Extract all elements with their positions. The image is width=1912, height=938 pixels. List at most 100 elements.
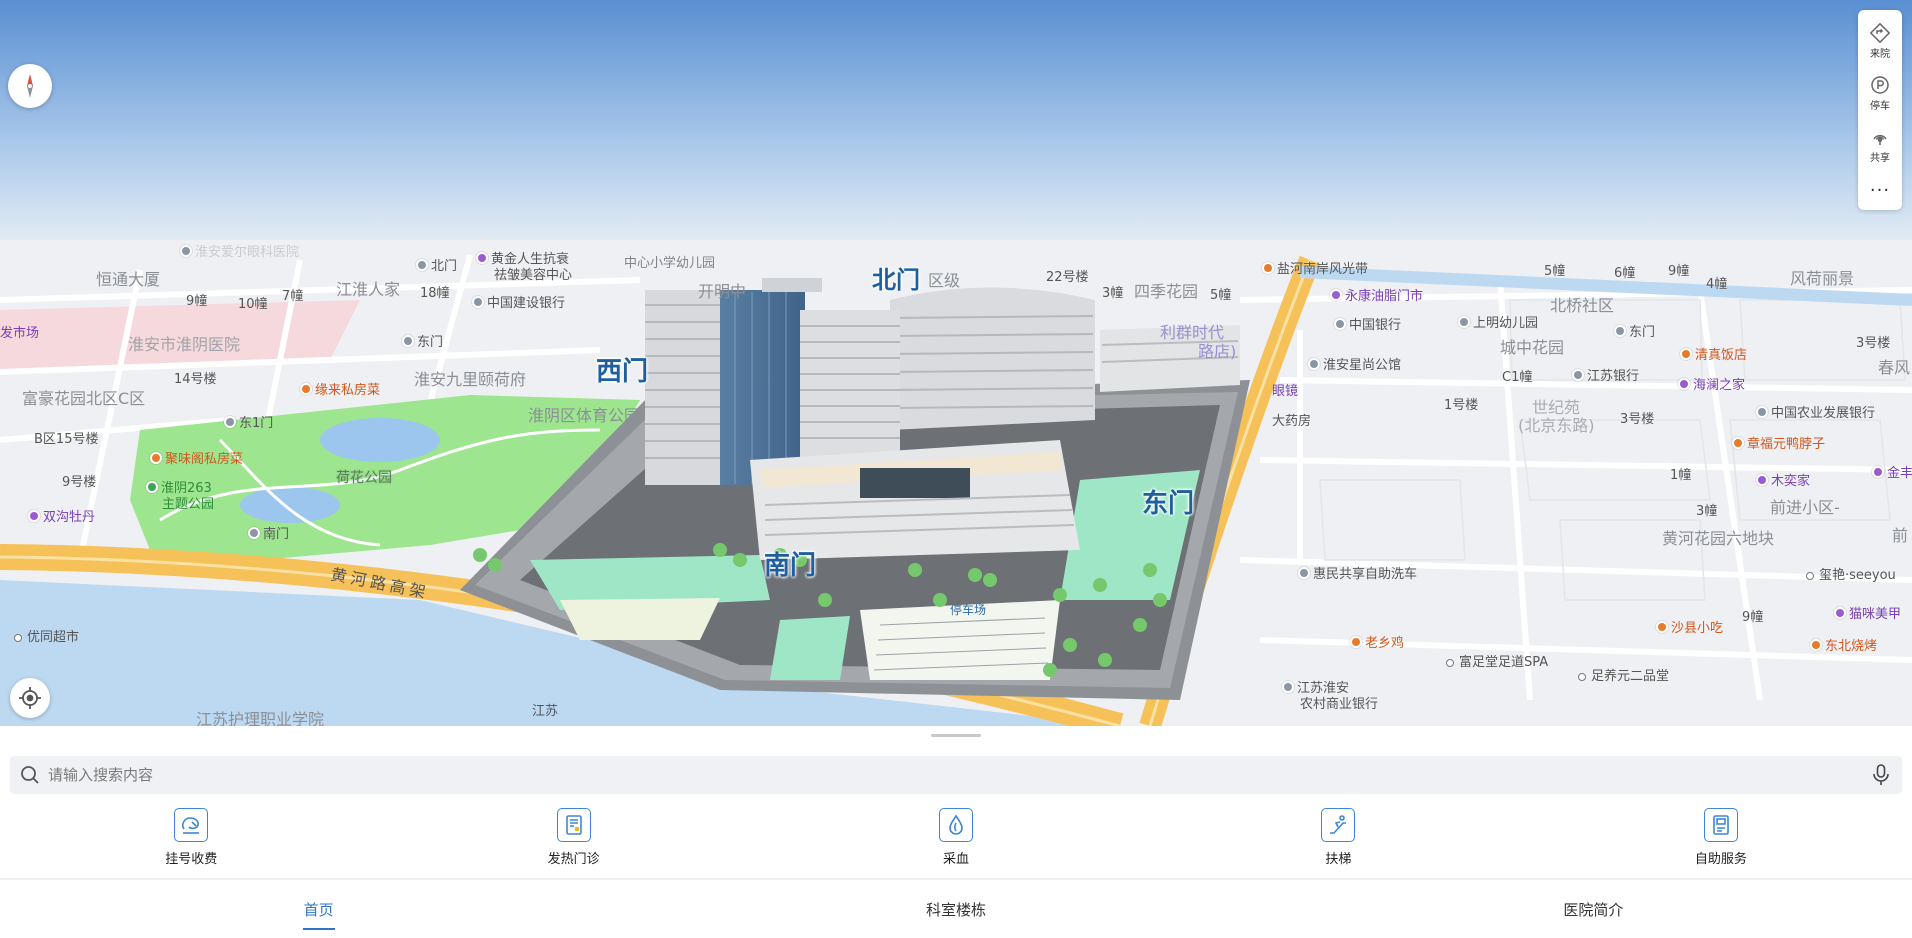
map-label[interactable]: B区15号楼 bbox=[34, 432, 98, 448]
map-label[interactable]: 东门 bbox=[402, 335, 443, 351]
tool-route-button[interactable]: 来院 bbox=[1858, 16, 1902, 68]
map-label[interactable]: 开明中 bbox=[698, 284, 746, 300]
map-label[interactable]: 双沟牡丹 bbox=[28, 510, 95, 526]
map-label[interactable]: 中心小学幼儿园 bbox=[624, 256, 715, 272]
map-label[interactable]: 4幢 bbox=[1706, 277, 1727, 293]
map-label[interactable]: 9号楼 bbox=[62, 475, 96, 491]
map-label[interactable]: 5幢 bbox=[1544, 264, 1565, 280]
map-label[interactable]: C1幢 bbox=[1502, 370, 1532, 386]
map-label[interactable]: 淮安爱尔眼科医院 bbox=[180, 245, 299, 261]
map-label[interactable]: 恒通大厦 bbox=[96, 272, 160, 288]
map-label[interactable]: 路店) bbox=[1198, 344, 1236, 360]
map-label[interactable]: 3幢 bbox=[1102, 286, 1123, 302]
microphone-icon[interactable] bbox=[1872, 764, 1890, 786]
parking-label[interactable]: 停车场 bbox=[950, 602, 986, 618]
map-label[interactable]: 聚味阁私房菜 bbox=[150, 452, 243, 468]
service-fever-clinic-button[interactable]: 发热门诊 bbox=[382, 808, 764, 868]
map-label[interactable]: 江淮人家 bbox=[336, 282, 400, 298]
map-label[interactable]: 富足堂足道SPA bbox=[1446, 655, 1548, 671]
tab-hospital-intro[interactable]: 医院简介 bbox=[1275, 880, 1912, 938]
map-label[interactable]: 前进小区- bbox=[1770, 500, 1840, 516]
map-label[interactable]: 前 bbox=[1892, 528, 1908, 544]
service-registration-button[interactable]: 挂号收费 bbox=[0, 808, 382, 868]
map-label[interactable]: 北门 bbox=[416, 259, 457, 275]
map-label[interactable]: 永康油脂门市 bbox=[1330, 289, 1423, 305]
map-label[interactable]: 上明幼儿园 bbox=[1458, 316, 1538, 332]
search-bar[interactable] bbox=[10, 756, 1902, 794]
map-label[interactable]: 江苏淮安 bbox=[1282, 681, 1349, 697]
map-label[interactable]: 6幢 bbox=[1614, 266, 1635, 282]
map-label[interactable]: 惠民共享自助洗车 bbox=[1298, 567, 1417, 583]
map-label[interactable]: 东1门 bbox=[224, 416, 273, 432]
map-label[interactable]: 淮安九里颐荷府 bbox=[414, 372, 526, 388]
map-label[interactable]: 海澜之家 bbox=[1678, 378, 1745, 394]
map-label[interactable]: (北京东路) bbox=[1518, 418, 1595, 434]
map-label[interactable]: 城中花园 bbox=[1500, 340, 1564, 356]
map-label[interactable]: 眼镜 bbox=[1272, 384, 1298, 400]
service-blood-draw-button[interactable]: 采血 bbox=[765, 808, 1147, 868]
map-label[interactable]: 四季花园 bbox=[1134, 284, 1198, 300]
tool-share-button[interactable]: 共享 bbox=[1858, 119, 1902, 171]
map-label[interactable]: 老乡鸡 bbox=[1350, 636, 1404, 652]
map-label[interactable]: 淮安星尚公馆 bbox=[1308, 358, 1401, 374]
map-label[interactable]: 猫咪美甲 bbox=[1834, 607, 1901, 623]
map-label[interactable]: 主题公园 bbox=[162, 497, 214, 513]
map-view[interactable]: 淮安爱尔眼科医院 恒通大厦 北门 黄金人生抗衰 祛皱美容中心 中心小学幼儿园 开… bbox=[0, 0, 1912, 726]
search-input[interactable] bbox=[48, 766, 1872, 784]
map-label[interactable]: 足养元二品堂 bbox=[1578, 669, 1669, 685]
tab-departments[interactable]: 科室楼栋 bbox=[637, 880, 1274, 938]
map-label[interactable]: 春风 bbox=[1878, 360, 1910, 376]
tab-home[interactable]: 首页 bbox=[0, 880, 637, 938]
map-label[interactable]: 18幢 bbox=[420, 286, 450, 302]
map-label[interactable]: 9幢 bbox=[1668, 264, 1689, 280]
map-label[interactable]: 中国银行 bbox=[1334, 318, 1401, 334]
locate-button[interactable] bbox=[10, 678, 50, 718]
map-label[interactable]: 风荷丽景 bbox=[1790, 271, 1854, 287]
map-label[interactable]: 14号楼 bbox=[174, 372, 217, 388]
map-label[interactable]: 南门 bbox=[248, 527, 289, 543]
map-label[interactable]: 江苏银行 bbox=[1572, 369, 1639, 385]
map-label[interactable]: 北桥社区 bbox=[1550, 298, 1614, 314]
tool-parking-button[interactable]: 停车 bbox=[1858, 68, 1902, 120]
map-label[interactable]: 江苏护理职业学院 bbox=[196, 712, 324, 727]
map-label[interactable]: 优同超市 bbox=[14, 630, 79, 646]
map-label[interactable]: 1幢 bbox=[1670, 468, 1691, 484]
map-label[interactable]: 3号楼 bbox=[1620, 412, 1654, 428]
map-label[interactable]: 木奕家 bbox=[1756, 474, 1810, 490]
map-label[interactable]: 盐河南岸风光带 bbox=[1262, 262, 1368, 278]
map-label[interactable]: 区级 bbox=[928, 273, 960, 289]
map-label[interactable]: 7幢 bbox=[282, 289, 303, 305]
map-label[interactable]: 东门 bbox=[1614, 325, 1655, 341]
gate-north-label[interactable]: 北门 bbox=[872, 268, 920, 292]
map-label[interactable]: 9幢 bbox=[1742, 610, 1763, 626]
map-label[interactable]: 荷花公园 bbox=[336, 470, 392, 486]
map-label[interactable]: 3号楼 bbox=[1856, 336, 1890, 352]
map-label[interactable]: 10幢 bbox=[238, 297, 268, 313]
compass-button[interactable] bbox=[8, 64, 52, 108]
map-label[interactable]: 淮阴区体育公园 bbox=[528, 408, 640, 424]
drag-handle[interactable] bbox=[931, 734, 981, 737]
map-label[interactable]: 黄金人生抗衰 bbox=[476, 252, 569, 268]
map-label[interactable]: 清真饭店 bbox=[1680, 348, 1747, 364]
map-label[interactable]: 利群时代 bbox=[1160, 325, 1224, 341]
service-self-service-button[interactable]: 自助服务 bbox=[1530, 808, 1912, 868]
map-label[interactable]: 22号楼 bbox=[1046, 270, 1089, 286]
map-label[interactable]: 中国建设银行 bbox=[472, 296, 565, 312]
map-label[interactable]: 1号楼 bbox=[1444, 398, 1478, 414]
map-label[interactable]: 世纪苑 bbox=[1532, 400, 1580, 416]
map-label[interactable]: 富豪花园北区C区 bbox=[22, 391, 145, 407]
map-label[interactable]: 大药房 bbox=[1272, 414, 1311, 430]
map-label[interactable]: 9幢 bbox=[186, 294, 207, 310]
map-label[interactable]: 缘来私房菜 bbox=[300, 383, 380, 399]
map-label[interactable]: 章福元鸭脖子 bbox=[1732, 437, 1825, 453]
map-label[interactable]: 中国农业发展银行 bbox=[1756, 406, 1875, 422]
map-label[interactable]: 祛皱美容中心 bbox=[494, 268, 572, 284]
map-label[interactable]: 淮安市淮阴医院 bbox=[128, 337, 240, 353]
more-options-button[interactable]: ··· bbox=[1858, 171, 1902, 210]
gate-south-label[interactable]: 南门 bbox=[764, 553, 816, 579]
map-label[interactable]: 金丰 bbox=[1872, 466, 1912, 482]
map-label[interactable]: 3幢 bbox=[1696, 504, 1717, 520]
map-label[interactable]: 黄河花园六地块 bbox=[1662, 531, 1774, 547]
map-label[interactable]: 沙县小吃 bbox=[1656, 621, 1723, 637]
gate-east-label[interactable]: 东门 bbox=[1142, 491, 1194, 517]
